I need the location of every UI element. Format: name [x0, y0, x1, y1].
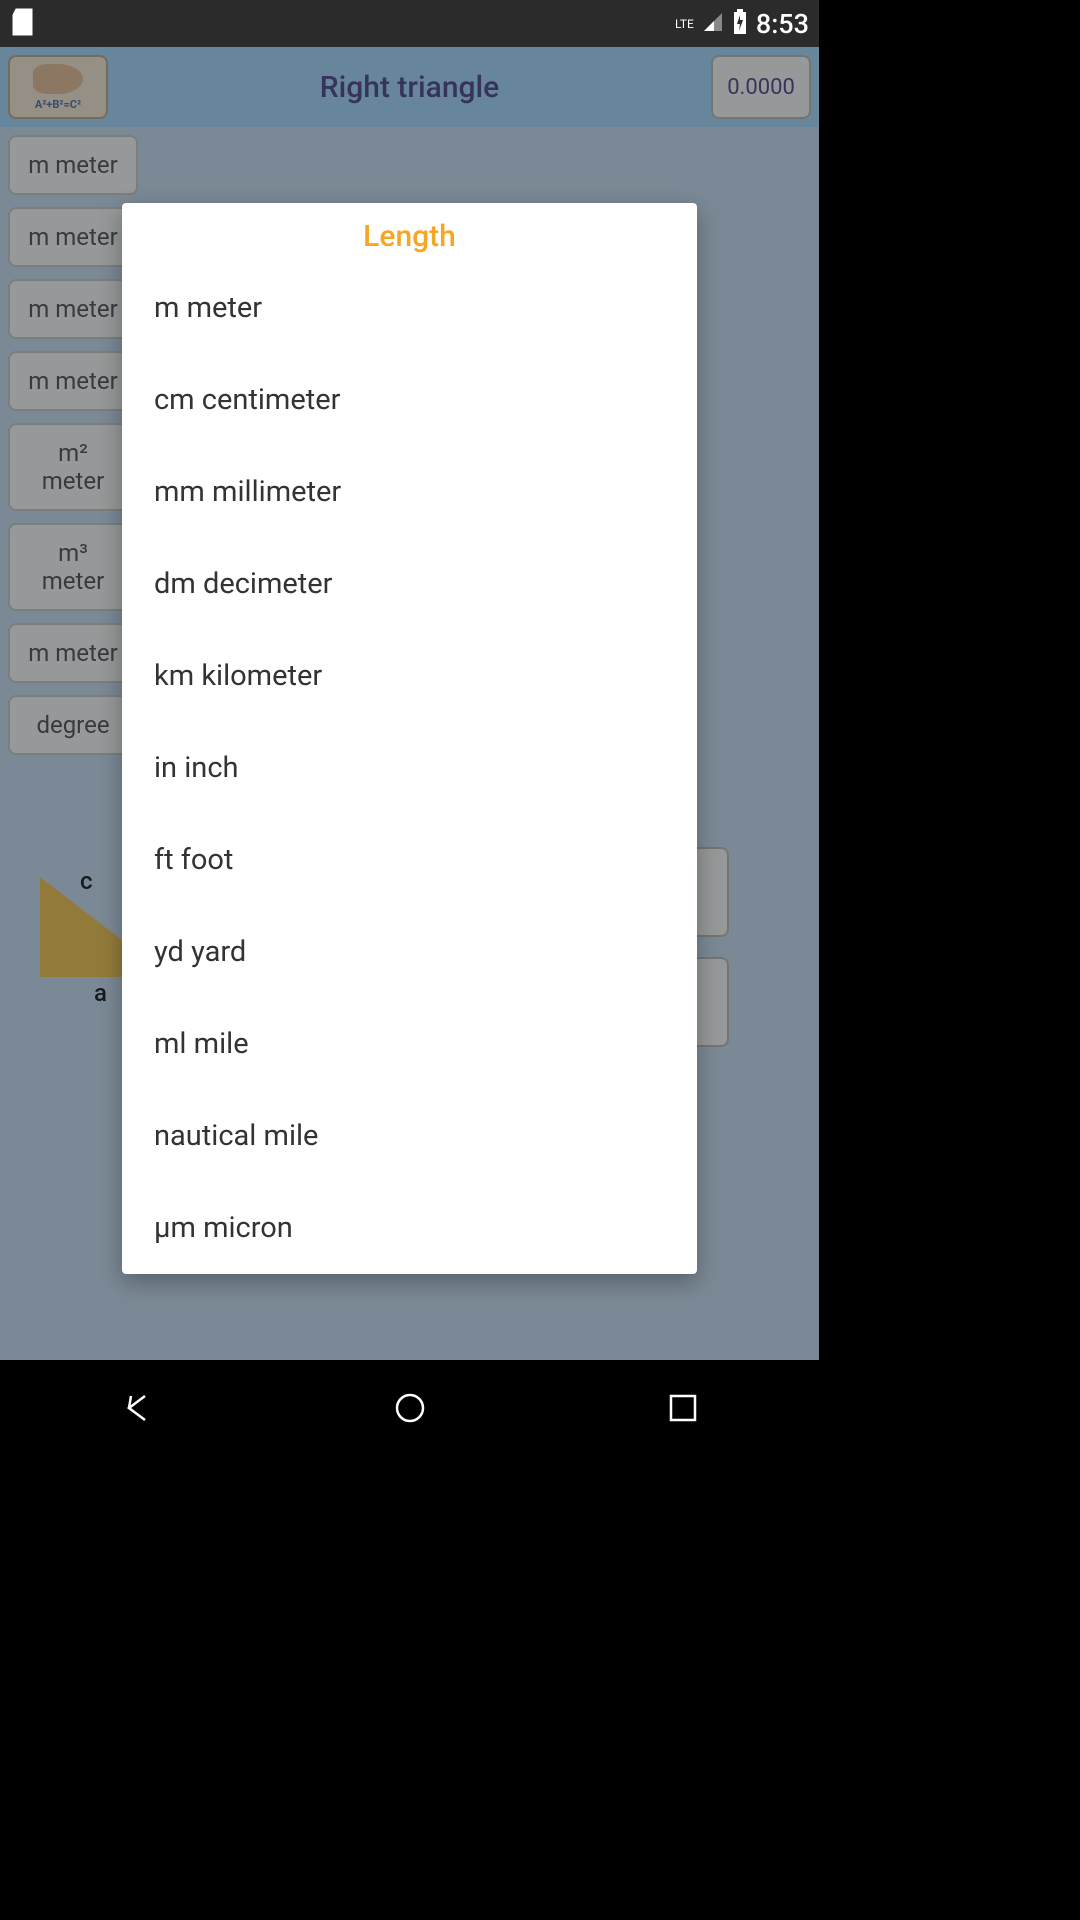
unit-option-millimeter[interactable]: mm millimeter — [122, 446, 697, 538]
lte-label: LTE — [675, 17, 694, 31]
square-icon — [665, 1390, 701, 1426]
dialog-title: Length — [122, 203, 697, 262]
status-right: LTE 8:53 — [675, 8, 809, 40]
nav-bar — [0, 1360, 819, 1455]
status-time: 8:53 — [756, 8, 809, 40]
unit-option-kilometer[interactable]: km kilometer — [122, 630, 697, 722]
sdcard-icon — [10, 7, 36, 41]
unit-option-foot[interactable]: ft foot — [122, 814, 697, 906]
app-area: A²+B²=C² Right triangle 0.0000 m meter m… — [0, 47, 819, 1360]
back-button[interactable] — [113, 1384, 161, 1432]
unit-option-inch[interactable]: in inch — [122, 722, 697, 814]
unit-option-meter[interactable]: m meter — [122, 262, 697, 354]
unit-option-decimeter[interactable]: dm decimeter — [122, 538, 697, 630]
unit-option-yard[interactable]: yd yard — [122, 906, 697, 998]
dialog-list[interactable]: m meter cm centimeter mm millimeter dm d… — [122, 262, 697, 1274]
unit-option-nautical-mile[interactable]: nautical mile — [122, 1090, 697, 1182]
signal-icon — [702, 11, 724, 37]
battery-icon — [732, 9, 748, 39]
recent-button[interactable] — [659, 1384, 707, 1432]
home-button[interactable] — [386, 1384, 434, 1432]
modal-overlay[interactable]: Length m meter cm centimeter mm millimet… — [0, 47, 819, 1360]
unit-option-centimeter[interactable]: cm centimeter — [122, 354, 697, 446]
back-icon — [119, 1390, 155, 1426]
unit-option-micron[interactable]: µm micron — [122, 1182, 697, 1274]
status-bar: LTE 8:53 — [0, 0, 819, 47]
status-left — [10, 7, 36, 41]
circle-icon — [392, 1390, 428, 1426]
unit-option-mile[interactable]: ml mile — [122, 998, 697, 1090]
length-dialog: Length m meter cm centimeter mm millimet… — [122, 203, 697, 1274]
